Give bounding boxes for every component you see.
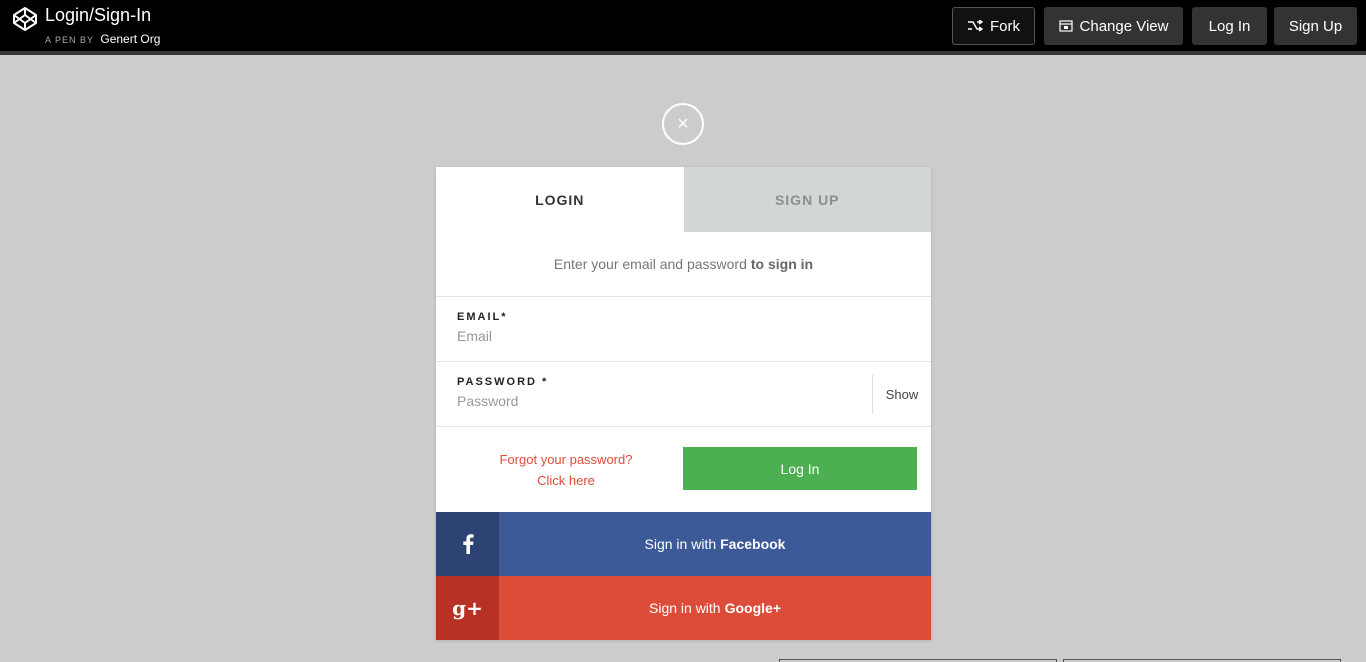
- topbar-signup-button[interactable]: Sign Up: [1274, 7, 1357, 45]
- tab-signup[interactable]: SIGN UP: [683, 167, 931, 232]
- forgot-password-click-here: Click here: [537, 473, 595, 488]
- login-actions: Forgot your password? Click here Log In: [436, 427, 931, 512]
- password-label: PASSWORD *: [457, 376, 549, 388]
- google-brand: Google+: [724, 600, 781, 616]
- password-field[interactable]: [457, 393, 797, 409]
- facebook-prefix: Sign in with: [644, 536, 717, 552]
- pen-by-label: A PEN BY: [45, 35, 94, 45]
- close-modal-button[interactable]: ×: [662, 103, 704, 145]
- google-plus-icon: g+: [436, 576, 499, 640]
- facebook-signin-label: Sign in with Facebook: [499, 512, 931, 576]
- login-instructions: Enter your email and password to sign in: [436, 232, 931, 297]
- pen-author-link[interactable]: Genert Org: [100, 32, 160, 46]
- fork-label: Fork: [990, 17, 1020, 35]
- instructions-emphasis: to sign in: [750, 256, 814, 272]
- facebook-brand: Facebook: [720, 536, 786, 552]
- close-icon: ×: [677, 112, 689, 135]
- tab-login[interactable]: LOGIN: [436, 167, 684, 232]
- codepen-logo-icon[interactable]: [12, 6, 38, 32]
- login-card: LOGIN SIGN UP Enter your email and passw…: [436, 167, 931, 640]
- top-bar: Login/Sign-In A PEN BY Genert Org Fork C…: [0, 0, 1366, 55]
- email-field-group: EMAIL*: [436, 297, 931, 362]
- auth-tabs: LOGIN SIGN UP: [436, 167, 931, 232]
- google-signin-button[interactable]: g+ Sign in with Google+: [436, 576, 931, 640]
- facebook-signin-button[interactable]: Sign in with Facebook: [436, 512, 931, 576]
- change-view-button[interactable]: Change View: [1044, 7, 1183, 45]
- change-view-label: Change View: [1079, 17, 1169, 35]
- pen-title: Login/Sign-In: [45, 5, 152, 25]
- google-prefix: Sign in with: [649, 600, 721, 616]
- email-field[interactable]: [457, 328, 837, 344]
- show-password-button[interactable]: Show: [872, 374, 931, 414]
- topbar-login-button[interactable]: Log In: [1192, 7, 1267, 45]
- password-field-group: PASSWORD * Show: [436, 362, 931, 427]
- email-label: EMAIL*: [457, 311, 508, 323]
- google-signin-label: Sign in with Google+: [499, 576, 931, 640]
- fork-icon: [967, 20, 983, 32]
- facebook-icon: [436, 512, 499, 576]
- pen-byline: A PEN BY Genert Org: [45, 32, 160, 46]
- instructions-text: Enter your email and password: [553, 256, 747, 272]
- forgot-password-text: Forgot your password?: [499, 452, 633, 467]
- window-icon: [1058, 20, 1073, 32]
- login-submit-button[interactable]: Log In: [683, 447, 917, 490]
- forgot-password-link[interactable]: Forgot your password? Click here: [486, 449, 646, 491]
- fork-button[interactable]: Fork: [952, 7, 1035, 45]
